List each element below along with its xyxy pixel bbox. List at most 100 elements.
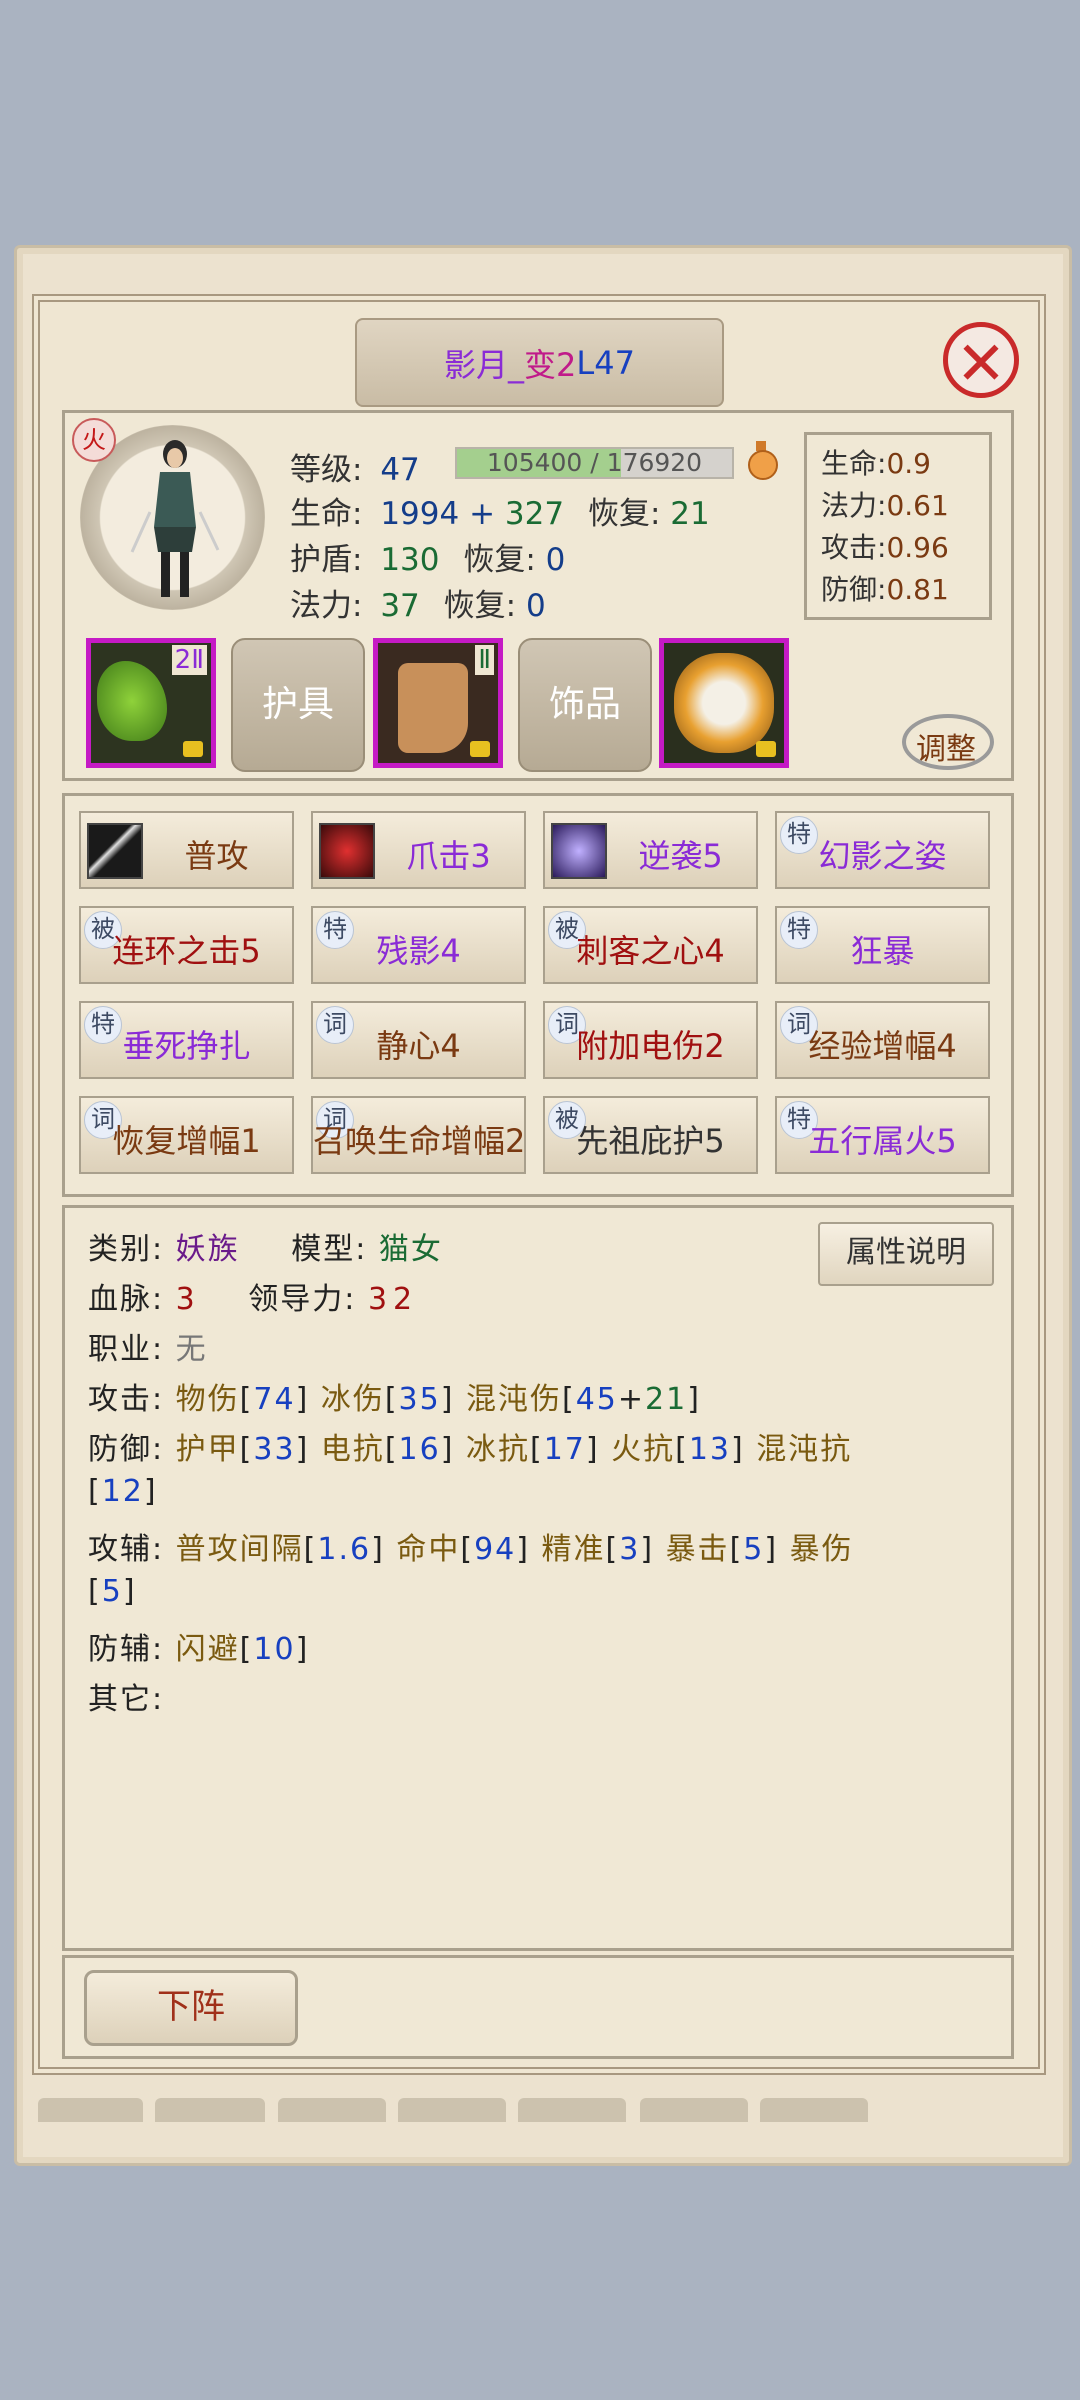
growth-mana: 法力:0.61 — [821, 489, 949, 522]
close-icon: ✕ — [955, 329, 1007, 399]
skill-label: 残影4 — [376, 932, 461, 970]
skill-slot[interactable]: 词静心4 — [311, 1001, 526, 1079]
growth-defense: 防御:0.81 — [821, 573, 949, 606]
skill-label: 经验增幅4 — [808, 1027, 957, 1065]
sword-icon — [87, 823, 143, 879]
skill-label: 连环之击5 — [112, 932, 261, 970]
accessory-slot-button[interactable]: 饰品 — [518, 638, 652, 772]
hp-regen-label: 恢复: — [587, 496, 661, 532]
skill-label: 爪击3 — [406, 837, 491, 875]
defense-row-wrap: [12] — [88, 1474, 158, 1509]
snake-claw-icon — [97, 661, 167, 741]
tab-stub — [760, 2098, 868, 2122]
skill-slot[interactable]: 爪击3 — [311, 811, 526, 889]
skill-slot[interactable]: 普攻 — [79, 811, 294, 889]
attribute-info-button[interactable]: 属性说明 — [818, 1222, 994, 1286]
attack-row: 攻击: 物伤[74] 冰伤[35] 混沌伤[45+21] — [88, 1382, 701, 1417]
hp-bonus: 327 — [504, 496, 565, 532]
potion-icon[interactable] — [746, 441, 778, 480]
skill-slot[interactable]: 词恢复增幅1 — [79, 1096, 294, 1174]
hp-row: 生命: 1994 + 327 恢复: 21 — [290, 488, 710, 533]
accessory-slot-label: 饰品 — [548, 684, 621, 725]
fire-element-badge: 火 — [72, 418, 116, 462]
skill-slot[interactable]: 词经验增幅4 — [775, 1001, 990, 1079]
skill-slot[interactable]: 特狂暴 — [775, 906, 990, 984]
level-value: 47 — [380, 452, 420, 488]
skill-label: 狂暴 — [850, 932, 915, 970]
mana-label: 法力: — [290, 588, 363, 624]
skill-slot[interactable]: 特五行属火5 — [775, 1096, 990, 1174]
attack-aux-row-wrap: [5] — [88, 1574, 137, 1609]
lock-icon — [183, 741, 203, 757]
shield-row: 护盾: 130 恢复: 0 — [290, 534, 565, 579]
exp-bar: 105400 / 176920 — [455, 447, 734, 479]
pet-change: 变2 — [524, 345, 577, 384]
mana-regen-value: 0 — [525, 588, 546, 624]
equip-slot-weapon[interactable]: 2Ⅱ — [86, 638, 216, 768]
tab-stub — [398, 2098, 506, 2122]
skill-slot[interactable]: 被连环之击5 — [79, 906, 294, 984]
lock-icon — [470, 741, 490, 757]
skill-label: 附加电伤2 — [576, 1027, 725, 1065]
skill-slot[interactable]: 词附加电伤2 — [543, 1001, 758, 1079]
shield-value: 130 — [380, 542, 440, 578]
skill-label: 恢复增幅1 — [112, 1122, 261, 1160]
growth-box: 生命:0.9 法力:0.61 攻击:0.96 防御:0.81 — [804, 432, 992, 620]
skill-label: 静心4 — [376, 1027, 461, 1065]
adjust-button[interactable]: 调整 — [900, 712, 1000, 772]
defense-row: 防御: 护甲[33] 电抗[16] 冰抗[17] 火抗[13] 混沌抗 — [88, 1432, 853, 1467]
equip-slot-boots[interactable]: Ⅱ — [373, 638, 503, 768]
tab-stub — [38, 2098, 143, 2122]
attack-aux-row: 攻辅: 普攻间隔[1.6] 命中[94] 精准[3] 暴击[5] 暴伤 — [88, 1532, 854, 1567]
adjust-label: 调整 — [916, 732, 976, 767]
pet-soul-slot[interactable] — [659, 638, 789, 768]
skill-slot[interactable]: 被先祖庇护5 — [543, 1096, 758, 1174]
tier-badge-1: 2Ⅱ — [171, 645, 207, 675]
defense-aux-row: 防辅: 闪避[10] — [88, 1632, 310, 1667]
other-row: 其它: — [88, 1682, 165, 1717]
tab-stub — [278, 2098, 386, 2122]
armor-slot-button[interactable]: 护具 — [231, 638, 365, 772]
growth-attack: 攻击:0.96 — [821, 531, 949, 564]
skill-label: 刺客之心4 — [576, 932, 725, 970]
hp-label: 生命: — [290, 496, 363, 532]
skill-slot[interactable]: 特幻影之姿 — [775, 811, 990, 889]
dismiss-button[interactable]: 下阵 — [84, 1970, 298, 2046]
skill-slot[interactable]: 特残影4 — [311, 906, 526, 984]
skill-label: 垂死挣扎 — [122, 1027, 251, 1065]
tiger-icon — [674, 653, 774, 753]
tier-badge-2: Ⅱ — [475, 645, 494, 675]
skill-slot[interactable]: 词召唤生命增幅2 — [311, 1096, 526, 1174]
title-plate: 影月_ 变2 L47 — [355, 318, 724, 407]
mana-value: 37 — [380, 588, 420, 624]
skill-label: 五行属火5 — [808, 1122, 957, 1160]
hp-regen-value: 21 — [670, 496, 710, 532]
mana-row: 法力: 37 恢复: 0 — [290, 580, 546, 625]
skill-slot[interactable]: 逆袭5 — [543, 811, 758, 889]
skill-slot[interactable]: 被刺客之心4 — [543, 906, 758, 984]
skill-label: 幻影之姿 — [818, 837, 947, 875]
level-row: 等级: 47 — [290, 444, 420, 489]
claw-icon — [319, 823, 375, 879]
skill-label: 先祖庇护5 — [576, 1122, 725, 1160]
tab-stub — [640, 2098, 748, 2122]
mana-regen-label: 恢复: — [443, 588, 517, 624]
hp-plus: + — [469, 496, 496, 532]
shield-regen-value: 0 — [545, 542, 566, 578]
close-button[interactable]: ✕ — [943, 322, 1019, 399]
shield-label: 护盾: — [290, 542, 363, 578]
character-avatar[interactable] — [120, 432, 230, 607]
skill-slot[interactable]: 特垂死挣扎 — [79, 1001, 294, 1079]
growth-hp: 生命:0.9 — [821, 447, 931, 480]
exp-text: 105400 / 176920 — [486, 448, 703, 477]
level-label: 等级: — [290, 452, 363, 488]
boot-icon — [398, 663, 468, 753]
pet-name: 影月_ — [444, 345, 525, 384]
shield-regen-label: 恢复: — [463, 542, 536, 578]
skill-label: 普攻 — [184, 837, 249, 875]
shadow-icon — [551, 823, 607, 879]
tab-stub — [518, 2098, 626, 2122]
bloodline-row: 血脉: 3 领导力: 32 — [88, 1282, 419, 1317]
skill-label: 召唤生命增幅2 — [313, 1122, 526, 1160]
hp-value: 1994 — [380, 496, 460, 532]
